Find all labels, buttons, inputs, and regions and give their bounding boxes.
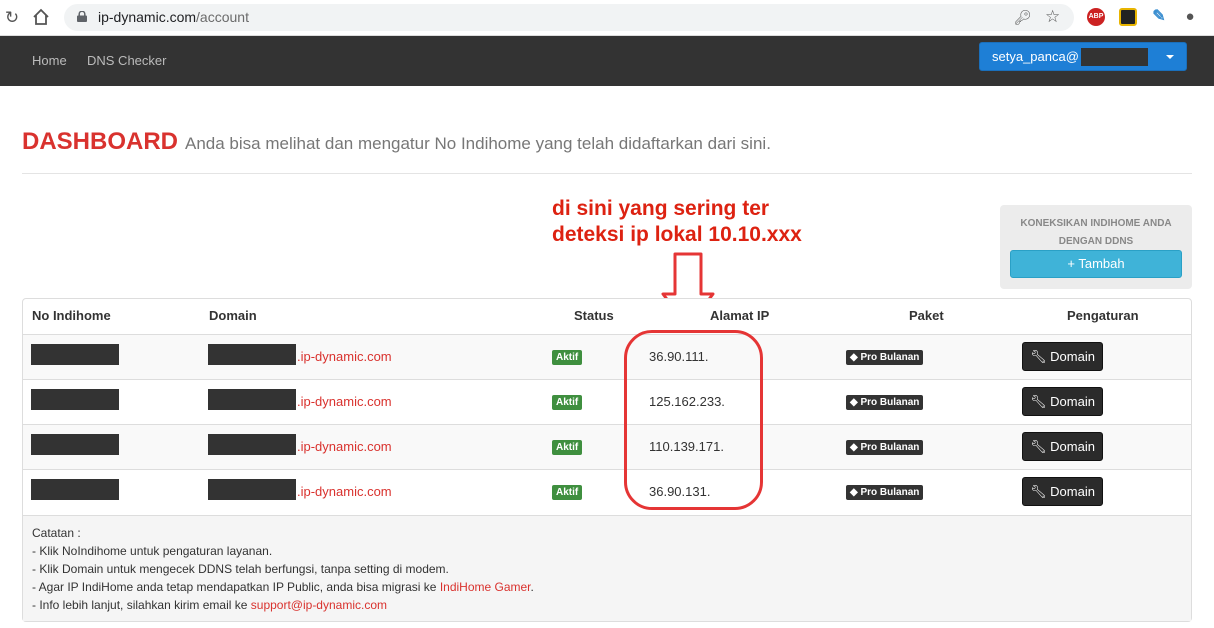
domain-link[interactable]: .ip-dynamic.com (297, 349, 392, 364)
add-button[interactable]: + Tambah (1010, 250, 1182, 278)
table-row: .ip-dynamic.com Aktif 125.162.233. ◆ Pro… (23, 379, 1191, 424)
tag-icon: ◆ (850, 397, 861, 408)
reload-icon[interactable]: ↻ (2, 8, 22, 28)
redacted-subdomain[interactable] (208, 434, 296, 455)
divider (22, 173, 1192, 174)
domain-link[interactable]: .ip-dynamic.com (297, 439, 392, 454)
domain-button[interactable]: 🔧︎ Domain (1022, 477, 1103, 506)
user-name: setya_panca@ (992, 49, 1079, 64)
wrench-icon: 🔧︎ (1030, 394, 1051, 409)
page-subtitle: Anda bisa melihat dan mengatur No Indiho… (185, 134, 771, 153)
key-icon[interactable]: 🔑︎ (1014, 9, 1032, 26)
redacted-subdomain[interactable] (208, 344, 296, 365)
domain-button[interactable]: 🔧︎ Domain (1022, 387, 1103, 416)
notes-panel: Catatan : - Klik NoIndihome untuk pengat… (23, 515, 1191, 621)
extension-icon[interactable] (1119, 8, 1137, 26)
annotation-line-2: deteksi ip lokal 10.10.xxx (552, 223, 802, 246)
annotation-line-1: di sini yang sering ter (552, 197, 770, 220)
domain-button[interactable]: 🔧︎ Domain (1022, 432, 1103, 461)
col-header-pengaturan: Pengaturan (1067, 308, 1139, 323)
adblock-plus-icon[interactable]: ABP (1087, 8, 1105, 26)
user-menu-button[interactable]: setya_panca@ (979, 42, 1187, 71)
col-header-ip: Alamat IP (710, 308, 770, 323)
nav-home[interactable]: Home (32, 53, 67, 68)
paket-badge: ◆ Pro Bulanan (846, 395, 924, 410)
domain-link[interactable]: .ip-dynamic.com (297, 484, 392, 499)
domain-button[interactable]: 🔧︎ Domain (1022, 342, 1103, 371)
table-row: .ip-dynamic.com Aktif 110.139.171. ◆ Pro… (23, 424, 1191, 469)
tag-icon: ◆ (850, 352, 861, 363)
people-icon[interactable]: ● (1181, 8, 1199, 26)
status-badge: Aktif (552, 350, 583, 365)
notes-line: - Agar IP IndiHome anda tetap mendapatka… (32, 580, 534, 594)
status-badge: Aktif (552, 485, 583, 500)
col-header-paket: Paket (909, 308, 944, 323)
browser-toolbar: ↻ ip-dynamic.com/account 🔑︎ ☆ ABP ✎ ● (0, 0, 1214, 36)
tag-icon: ◆ (850, 442, 861, 453)
nav-dns-checker[interactable]: DNS Checker (87, 53, 166, 68)
status-badge: Aktif (552, 440, 583, 455)
chevron-down-icon (1166, 55, 1174, 59)
redacted-subdomain[interactable] (208, 479, 296, 500)
support-email-link[interactable]: support@ip-dynamic.com (251, 598, 387, 612)
col-header-domain: Domain (209, 308, 257, 323)
col-header-no: No Indihome (32, 308, 111, 323)
domain-link[interactable]: .ip-dynamic.com (297, 394, 392, 409)
redacted-no-indihome[interactable] (31, 479, 119, 500)
page-title: DASHBOARD (22, 128, 178, 155)
paket-badge: ◆ Pro Bulanan (846, 350, 924, 365)
paket-badge: ◆ Pro Bulanan (846, 440, 924, 455)
tag-icon: ◆ (850, 487, 861, 498)
wrench-icon: 🔧︎ (1030, 484, 1051, 499)
pen-icon[interactable]: ✎ (1150, 8, 1168, 26)
url-text: ip-dynamic.com/account (98, 9, 249, 25)
redacted-no-indihome[interactable] (31, 344, 119, 365)
annotation-text: di sini yang sering ter deteksi ip lokal… (552, 196, 802, 248)
paket-badge: ◆ Pro Bulanan (846, 485, 924, 500)
table-row: .ip-dynamic.com Aktif 36.90.111. ◆ Pro B… (23, 334, 1191, 379)
lock-icon (77, 11, 87, 22)
connect-label: KONEKSIKAN INDIHOME ANDA DENGAN DDNS (1020, 218, 1172, 247)
notes-line: - Info lebih lanjut, silahkan kirim emai… (32, 598, 387, 612)
redacted-email (1081, 48, 1148, 66)
home-icon[interactable] (31, 8, 51, 28)
status-badge: Aktif (552, 395, 583, 410)
annotation-highlight (624, 330, 763, 510)
wrench-icon: 🔧︎ (1030, 439, 1051, 454)
redacted-subdomain[interactable] (208, 389, 296, 410)
table-row: .ip-dynamic.com Aktif 36.90.131. ◆ Pro B… (23, 469, 1191, 514)
col-header-status: Status (574, 308, 614, 323)
top-navbar: Home DNS Checker setya_panca@ (0, 36, 1214, 86)
notes-title: Catatan : (32, 526, 81, 540)
connect-indihome-box: KONEKSIKAN INDIHOME ANDA DENGAN DDNS + T… (1000, 205, 1192, 289)
notes-line: - Klik Domain untuk mengecek DDNS telah … (32, 562, 449, 576)
notes-line: - Klik NoIndihome untuk pengaturan layan… (32, 544, 273, 558)
bookmark-star-icon[interactable]: ☆ (1045, 7, 1060, 27)
wrench-icon: 🔧︎ (1030, 349, 1051, 364)
redacted-no-indihome[interactable] (31, 434, 119, 455)
indihome-gamer-link[interactable]: IndiHome Gamer (440, 580, 531, 594)
redacted-no-indihome[interactable] (31, 389, 119, 410)
indihome-table: No Indihome Domain Status Alamat IP Pake… (22, 298, 1192, 622)
address-bar[interactable]: ip-dynamic.com/account 🔑︎ ☆ (64, 4, 1074, 31)
